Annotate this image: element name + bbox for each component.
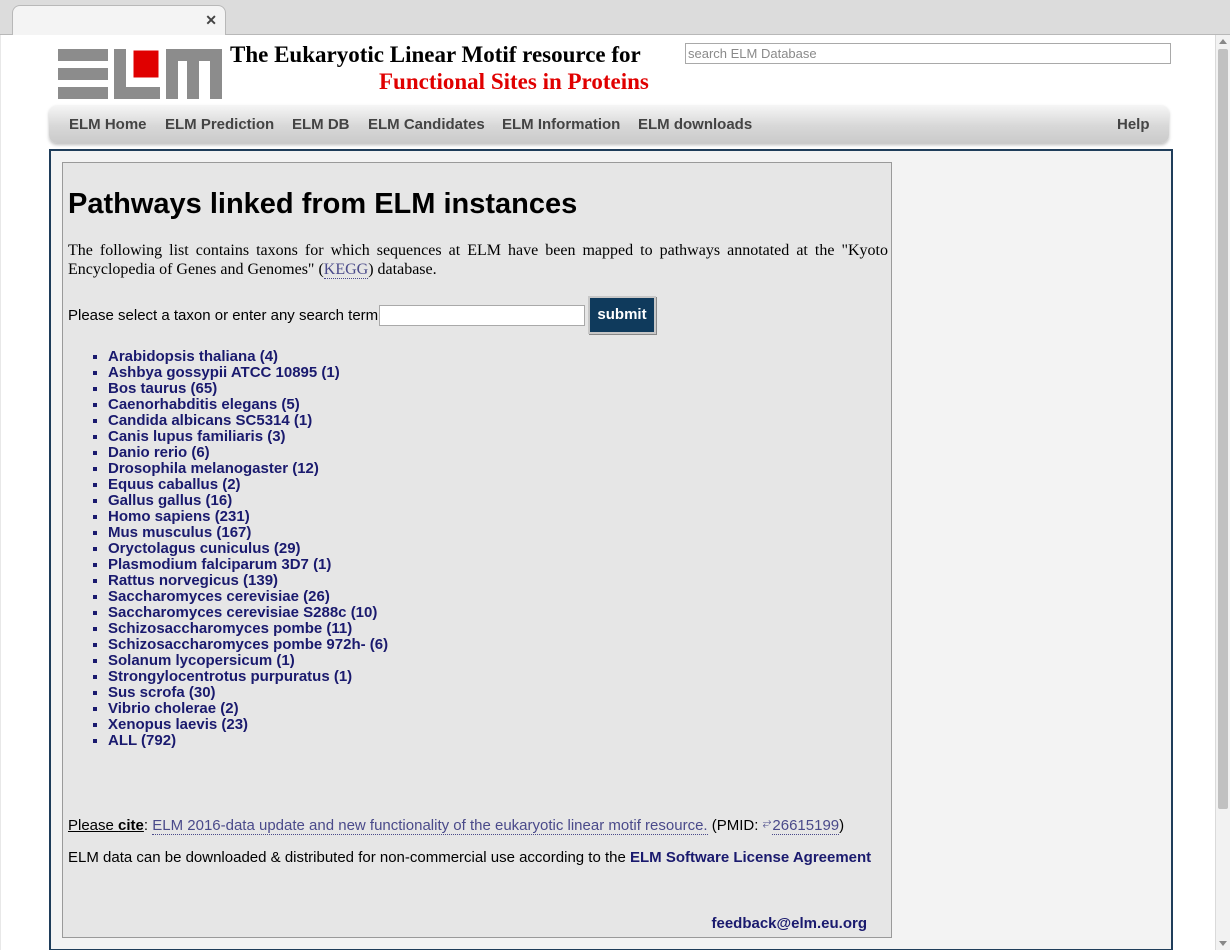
- taxon-link[interactable]: Homo sapiens (231): [108, 508, 250, 525]
- cite-please: Please: [68, 817, 119, 834]
- taxon-link[interactable]: Caenorhabditis elegans (5): [108, 396, 300, 413]
- license-link[interactable]: ELM Software License Agreement: [630, 849, 871, 866]
- taxon-link[interactable]: Ashbya gossypii ATCC 10895 (1): [108, 364, 340, 381]
- taxon-link[interactable]: Drosophila melanogaster (12): [108, 460, 319, 477]
- nav-elm-prediction[interactable]: ELM Prediction: [165, 116, 274, 133]
- site-title-line2: Functional Sites in Proteins: [379, 69, 649, 94]
- taxon-list-item: Schizosaccharomyces pombe (11): [108, 621, 388, 637]
- taxon-link[interactable]: Bos taurus (65): [108, 380, 217, 397]
- taxon-list-item: Vibrio cholerae (2): [108, 701, 388, 717]
- scroll-down-arrow-icon[interactable]: [1219, 941, 1227, 946]
- browser-tab[interactable]: ✕: [12, 5, 226, 35]
- taxon-link[interactable]: Xenopus laevis (23): [108, 716, 248, 733]
- taxon-link[interactable]: Rattus norvegicus (139): [108, 572, 278, 589]
- tab-close-icon[interactable]: ✕: [205, 12, 217, 29]
- nav-elm-db[interactable]: ELM DB: [292, 116, 350, 133]
- taxon-list-item: Candida albicans SC5314 (1): [108, 413, 388, 429]
- submit-button[interactable]: submit: [588, 296, 656, 334]
- taxon-link[interactable]: Plasmodium falciparum 3D7 (1): [108, 556, 331, 573]
- taxon-link[interactable]: Schizosaccharomyces pombe (11): [108, 620, 352, 637]
- taxon-link[interactable]: Danio rerio (6): [108, 444, 210, 461]
- taxon-link[interactable]: Saccharomyces cerevisiae (26): [108, 588, 330, 605]
- taxon-list-item: Solanum lycopersicum (1): [108, 653, 388, 669]
- citation-link[interactable]: ELM 2016-data update and new functionali…: [152, 817, 708, 835]
- taxon-link[interactable]: Oryctolagus cuniculus (29): [108, 540, 301, 557]
- taxon-link[interactable]: Candida albicans SC5314 (1): [108, 412, 312, 429]
- taxon-link[interactable]: Sus scrofa (30): [108, 684, 216, 701]
- taxon-list-item: ALL (792): [108, 733, 388, 749]
- pmid-suffix: ): [839, 817, 845, 834]
- nav-elm-downloads[interactable]: ELM downloads: [638, 116, 752, 133]
- scroll-up-arrow-icon[interactable]: [1219, 39, 1227, 44]
- taxon-list-item: Plasmodium falciparum 3D7 (1): [108, 557, 388, 573]
- cite-colon: :: [143, 817, 153, 834]
- taxon-search-input[interactable]: [379, 305, 585, 326]
- taxon-search-label: Please select a taxon or enter any searc…: [68, 307, 383, 324]
- citation: Please cite: ELM 2016-data update and ne…: [68, 817, 845, 835]
- taxon-list-item: Gallus gallus (16): [108, 493, 388, 509]
- search-elm-input[interactable]: [685, 43, 1171, 64]
- nav-elm-home[interactable]: ELM Home: [69, 116, 147, 133]
- scroll-thumb[interactable]: [1218, 49, 1228, 809]
- intro-text-end: ) database.: [368, 261, 437, 278]
- taxon-list-item: Xenopus laevis (23): [108, 717, 388, 733]
- taxon-list-item: Oryctolagus cuniculus (29): [108, 541, 388, 557]
- taxon-link[interactable]: Arabidopsis thaliana (4): [108, 348, 278, 365]
- intro-text-start: The following list contains taxons for w…: [68, 242, 888, 278]
- content-panel: Pathways linked from ELM instances The f…: [62, 162, 892, 938]
- taxon-link[interactable]: Solanum lycopersicum (1): [108, 652, 295, 669]
- elm-logo[interactable]: [58, 49, 222, 99]
- site-title-line1: The Eukaryotic Linear Motif resource for: [230, 42, 641, 67]
- license-note: ELM data can be downloaded & distributed…: [68, 849, 871, 866]
- pmid-prefix: (PMID:: [707, 817, 763, 834]
- taxon-list-item: Equus caballus (2): [108, 477, 388, 493]
- nav-elm-information[interactable]: ELM Information: [502, 116, 620, 133]
- taxon-link[interactable]: ALL (792): [108, 732, 176, 749]
- taxon-link[interactable]: Canis lupus familiaris (3): [108, 428, 286, 445]
- main-frame: Pathways linked from ELM instances The f…: [49, 149, 1173, 950]
- taxon-list-item: Mus musculus (167): [108, 525, 388, 541]
- taxon-list-item: Caenorhabditis elegans (5): [108, 397, 388, 413]
- taxon-list-item: Schizosaccharomyces pombe 972h- (6): [108, 637, 388, 653]
- kegg-link[interactable]: KEGG: [323, 261, 369, 279]
- taxon-list-item: Bos taurus (65): [108, 381, 388, 397]
- page: The Eukaryotic Linear Motif resource for…: [1, 35, 1215, 950]
- nav-help[interactable]: Help: [1117, 116, 1150, 133]
- main-nav: ELM Home ELM Prediction ELM DB ELM Candi…: [49, 105, 1169, 143]
- taxon-list-item: Rattus norvegicus (139): [108, 573, 388, 589]
- taxon-list-item: Ashbya gossypii ATCC 10895 (1): [108, 365, 388, 381]
- taxon-list-item: Sus scrofa (30): [108, 685, 388, 701]
- taxon-list-item: Saccharomyces cerevisiae S288c (10): [108, 605, 388, 621]
- taxon-list-item: Drosophila melanogaster (12): [108, 461, 388, 477]
- vertical-scrollbar[interactable]: [1215, 35, 1230, 950]
- taxon-list-item: Homo sapiens (231): [108, 509, 388, 525]
- doi-link-icon: ⥂: [762, 817, 772, 829]
- taxon-list-item: Saccharomyces cerevisiae (26): [108, 589, 388, 605]
- taxon-link[interactable]: Gallus gallus (16): [108, 492, 232, 509]
- taxon-list-item: Arabidopsis thaliana (4): [108, 349, 388, 365]
- taxon-list-item: Danio rerio (6): [108, 445, 388, 461]
- taxon-link[interactable]: Equus caballus (2): [108, 476, 241, 493]
- taxon-list-item: Canis lupus familiaris (3): [108, 429, 388, 445]
- cite-word: cite: [118, 817, 144, 834]
- nav-elm-candidates[interactable]: ELM Candidates: [368, 116, 485, 133]
- browser-tab-strip: ✕: [0, 0, 1230, 35]
- taxon-link[interactable]: Schizosaccharomyces pombe 972h- (6): [108, 636, 388, 653]
- taxon-link[interactable]: Saccharomyces cerevisiae S288c (10): [108, 604, 377, 621]
- pmid-link[interactable]: 26615199: [772, 817, 840, 835]
- page-title: Pathways linked from ELM instances: [68, 188, 578, 220]
- feedback-email-link[interactable]: feedback@elm.eu.org: [711, 915, 867, 932]
- intro-text: The following list contains taxons for w…: [68, 241, 888, 279]
- taxon-list: Arabidopsis thaliana (4)Ashbya gossypii …: [92, 349, 388, 749]
- license-text: ELM data can be downloaded & distributed…: [68, 849, 630, 866]
- taxon-link[interactable]: Vibrio cholerae (2): [108, 700, 239, 717]
- taxon-link[interactable]: Strongylocentrotus purpuratus (1): [108, 668, 352, 685]
- taxon-link[interactable]: Mus musculus (167): [108, 524, 251, 541]
- taxon-list-item: Strongylocentrotus purpuratus (1): [108, 669, 388, 685]
